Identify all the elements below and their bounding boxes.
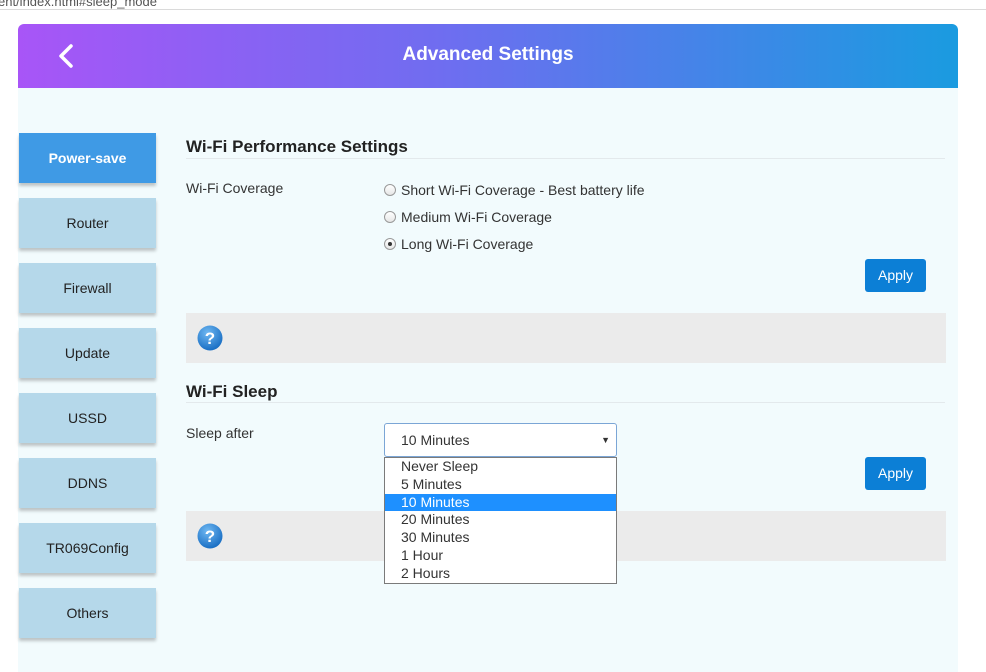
sidebar-item-firewall[interactable]: Firewall — [19, 263, 156, 313]
radio-button[interactable] — [384, 211, 396, 223]
page-title: Advanced Settings — [402, 44, 574, 65]
caret-down-icon: ▼ — [601, 435, 610, 445]
sleep-apply-button[interactable]: Apply — [865, 457, 926, 490]
coverage-option-long[interactable]: Long Wi-Fi Coverage — [384, 235, 533, 253]
dropdown-option-10-minutes[interactable]: 10 Minutes — [385, 493, 616, 512]
dropdown-option-20-minutes[interactable]: 20 Minutes — [385, 511, 616, 529]
coverage-option-label: Short Wi-Fi Coverage - Best battery life — [401, 182, 645, 198]
sidebar-item-tr069config[interactable]: TR069Config — [19, 523, 156, 573]
coverage-option-short[interactable]: Short Wi-Fi Coverage - Best battery life — [384, 181, 645, 199]
dropdown-option-never-sleep[interactable]: Never Sleep — [385, 458, 616, 476]
question-mark-icon[interactable]: ? — [197, 325, 223, 351]
coverage-option-label: Long Wi-Fi Coverage — [401, 236, 534, 252]
sleep-dropdown-list: Never Sleep 5 Minutes 10 Minutes 20 Minu… — [384, 457, 617, 584]
sleep-selected-value: 10 Minutes — [401, 432, 470, 448]
sidebar-item-update[interactable]: Update — [19, 328, 156, 378]
radio-button[interactable] — [384, 184, 396, 196]
radio-button-checked[interactable] — [384, 238, 396, 250]
coverage-option-medium[interactable]: Medium Wi-Fi Coverage — [384, 208, 552, 226]
dropdown-option-1-hour[interactable]: 1 Hour — [385, 547, 616, 565]
sidebar-item-ussd[interactable]: USSD — [19, 393, 156, 443]
svg-text:?: ? — [205, 329, 215, 348]
performance-section-title: Wi-Fi Performance Settings — [186, 137, 408, 156]
sidebar-item-power-save[interactable]: Power-save — [19, 133, 156, 183]
divider — [186, 402, 945, 403]
sidebar-item-router[interactable]: Router — [19, 198, 156, 248]
performance-apply-button[interactable]: Apply — [865, 259, 926, 292]
question-mark-icon[interactable]: ? — [197, 523, 223, 549]
coverage-option-label: Medium Wi-Fi Coverage — [401, 209, 552, 225]
performance-help-bar: ? — [186, 313, 946, 363]
dropdown-option-2-hours[interactable]: 2 Hours — [385, 565, 616, 583]
sleep-section-title: Wi-Fi Sleep — [186, 382, 278, 401]
url-text: ent/index.html#sleep_mode — [0, 0, 157, 9]
sleep-after-label: Sleep after — [186, 425, 254, 441]
sleep-after-select[interactable]: 10 Minutes ▼ — [384, 423, 617, 457]
dropdown-option-5-minutes[interactable]: 5 Minutes — [385, 476, 616, 494]
settings-card: Advanced Settings Power-save Router Fire… — [18, 24, 958, 672]
divider — [186, 158, 945, 159]
wifi-coverage-label: Wi-Fi Coverage — [186, 180, 284, 196]
browser-url-bar[interactable]: ent/index.html#sleep_mode — [0, 0, 986, 10]
header-bar: Advanced Settings — [18, 24, 958, 88]
svg-text:?: ? — [205, 527, 215, 546]
dropdown-option-30-minutes[interactable]: 30 Minutes — [385, 529, 616, 547]
sidebar-item-others[interactable]: Others — [19, 588, 156, 638]
sidebar-item-ddns[interactable]: DDNS — [19, 458, 156, 508]
